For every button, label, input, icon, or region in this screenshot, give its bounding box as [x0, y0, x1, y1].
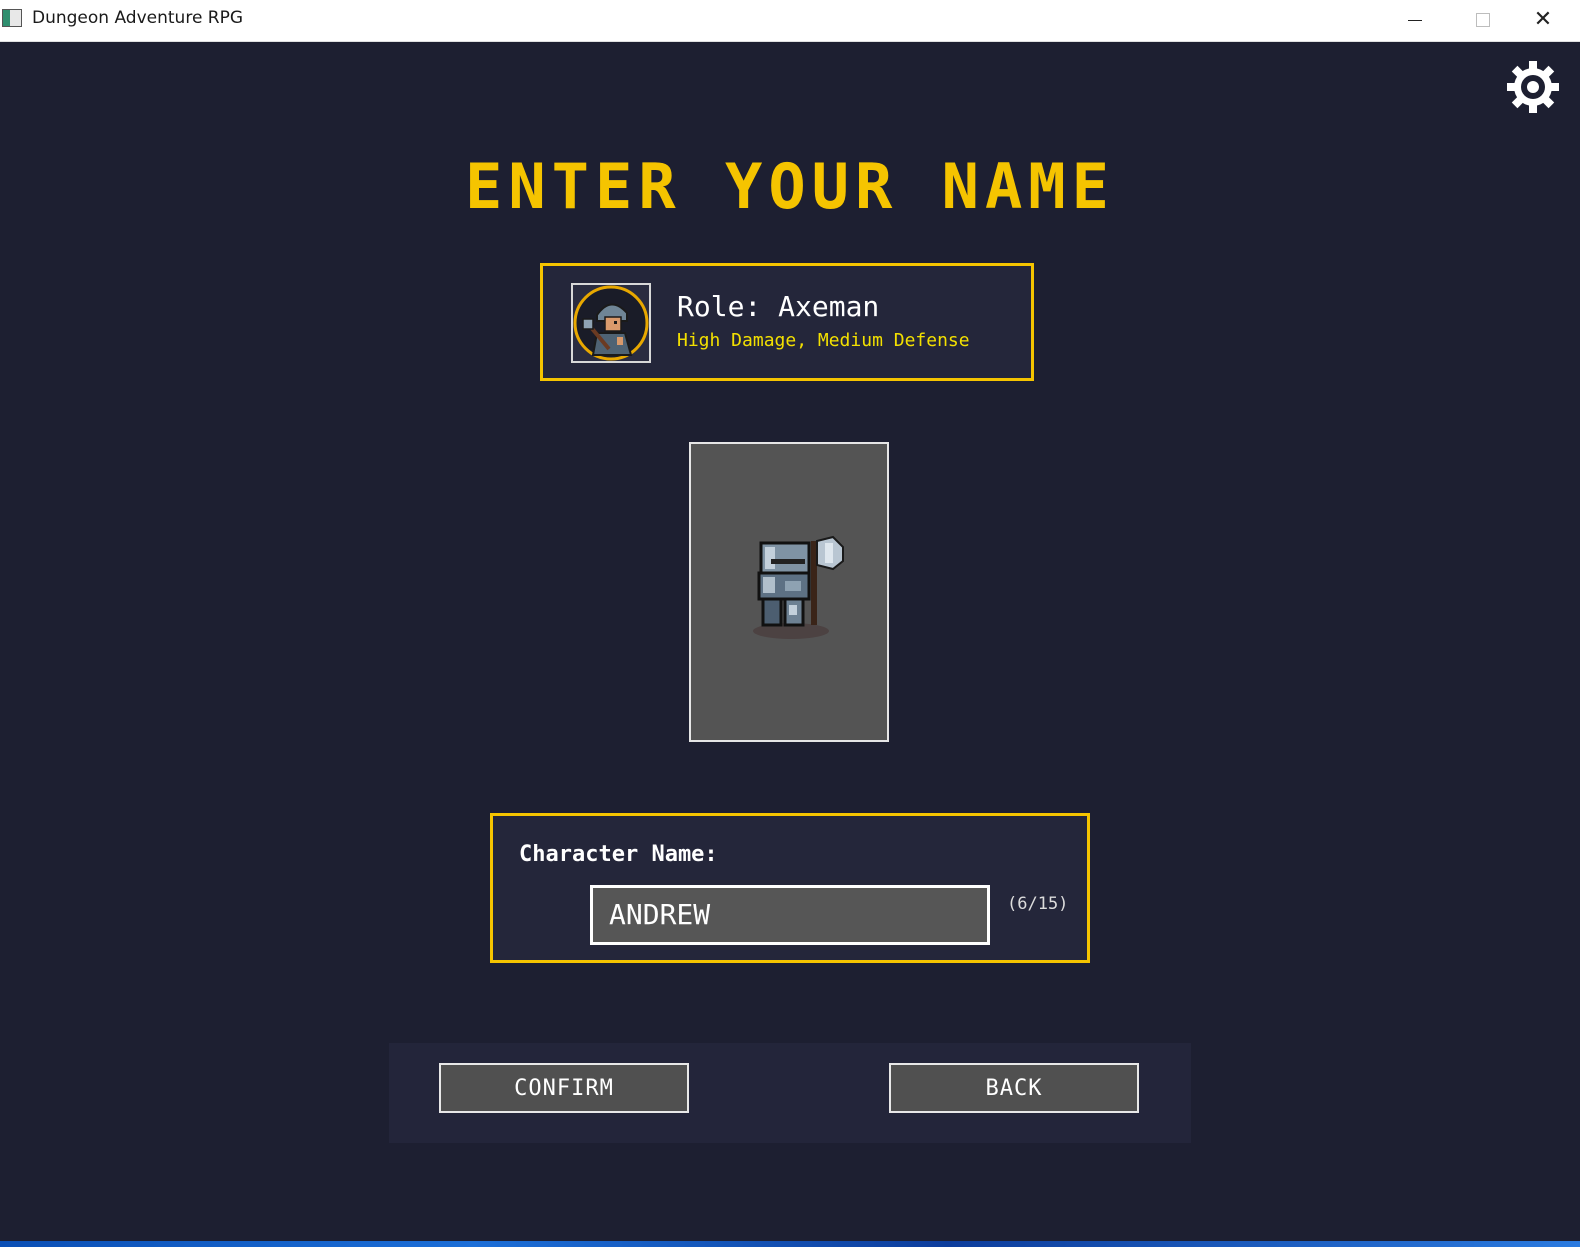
close-icon: ✕ — [1533, 7, 1553, 32]
taskbar-strip — [0, 1241, 1580, 1247]
window-title: Dungeon Adventure RPG — [32, 8, 244, 28]
character-name-panel: Character Name: ANDREW (6/15) — [490, 813, 1090, 963]
minimize-icon — [1408, 19, 1422, 21]
role-portrait — [571, 283, 651, 363]
character-name-label: Character Name: — [519, 842, 718, 867]
character-name-count: (6/15) — [1007, 894, 1069, 914]
back-button[interactable]: BACK — [889, 1063, 1139, 1113]
page-title: ENTER YOUR NAME — [465, 150, 1115, 223]
app-icon — [2, 9, 22, 27]
minimize-button[interactable] — [1392, 0, 1438, 40]
button-bar: CONFIRM BACK — [389, 1043, 1191, 1143]
role-description: High Damage, Medium Defense — [677, 330, 970, 351]
gear-icon[interactable] — [1506, 60, 1560, 114]
role-title: Role: Axeman — [677, 290, 880, 323]
close-button[interactable]: ✕ — [1520, 0, 1566, 40]
axeman-sprite-icon — [753, 535, 844, 639]
character-name-input[interactable]: ANDREW — [590, 885, 990, 945]
axeman-portrait-icon — [573, 285, 649, 361]
confirm-button[interactable]: CONFIRM — [439, 1063, 689, 1113]
character-preview — [689, 442, 889, 742]
window-titlebar: Dungeon Adventure RPG ✕ — [0, 0, 1580, 42]
role-panel: Role: Axeman High Damage, Medium Defense — [540, 263, 1034, 381]
maximize-button[interactable] — [1460, 0, 1506, 40]
maximize-icon — [1476, 13, 1490, 27]
